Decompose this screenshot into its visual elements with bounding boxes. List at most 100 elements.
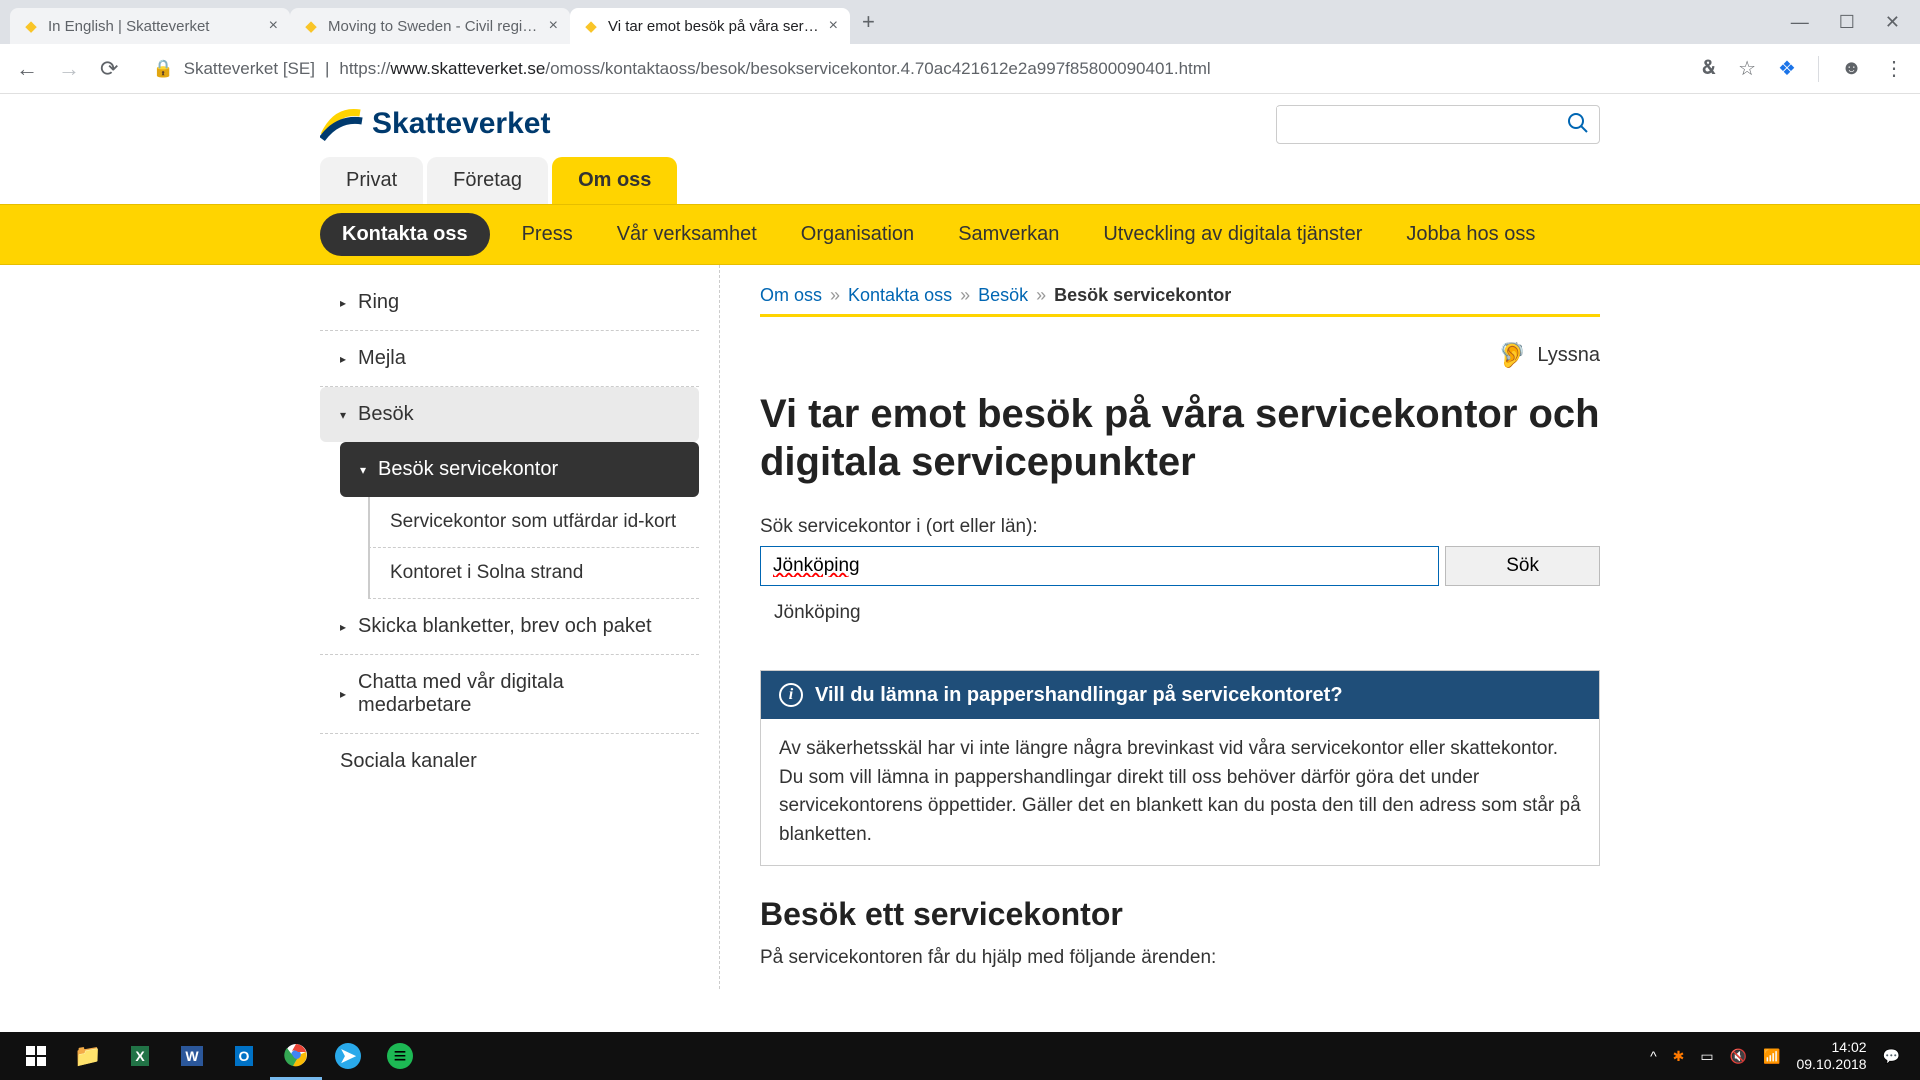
listen-button[interactable]: 🦻 Lyssna xyxy=(760,341,1600,370)
tab-title: In English | Skatteverket xyxy=(48,18,261,35)
search-input[interactable] xyxy=(760,546,1439,586)
nav-verksamhet[interactable]: Vår verksamhet xyxy=(605,215,769,254)
tab-privat[interactable]: Privat xyxy=(320,157,423,204)
chevron-down-icon: ▾ xyxy=(340,408,346,422)
secondary-nav: Kontakta oss Press Vår verksamhet Organi… xyxy=(0,204,1920,265)
nav-jobba[interactable]: Jobba hos oss xyxy=(1394,215,1547,254)
info-icon: i xyxy=(779,683,803,707)
chevron-right-icon: ▸ xyxy=(340,687,346,701)
breadcrumb-link[interactable]: Besök xyxy=(978,285,1028,306)
chevron-right-icon: ▸ xyxy=(340,352,346,366)
site-logo[interactable]: Skatteverket xyxy=(320,105,550,143)
sidebar-item-chatta[interactable]: ▸Chatta med vår digitala medarbetare xyxy=(320,655,699,734)
tray-wifi-icon[interactable]: 📶 xyxy=(1763,1048,1780,1065)
tab-omoss[interactable]: Om oss xyxy=(552,157,677,204)
nav-press[interactable]: Press xyxy=(510,215,585,254)
info-body: Av säkerhetsskäl har vi inte längre någr… xyxy=(761,719,1599,865)
url-path: /omoss/kontaktaoss/besok/besokservicekon… xyxy=(545,59,1210,78)
tab-foretag[interactable]: Företag xyxy=(427,157,548,204)
url-scheme: https:// xyxy=(339,59,390,78)
sidebar-item-besok[interactable]: ▾Besök xyxy=(320,387,699,442)
favicon-icon: ◆ xyxy=(22,17,40,35)
forward-button[interactable]: → xyxy=(58,56,80,82)
main-content: Om oss » Kontakta oss » Besök » Besök se… xyxy=(760,265,1600,989)
url-domain: www.skatteverket.se xyxy=(390,59,545,78)
close-window-icon[interactable]: ✕ xyxy=(1885,12,1900,33)
sidebar-subitem-idkort[interactable]: Servicekontor som utfärdar id-kort xyxy=(368,497,699,548)
close-icon[interactable]: × xyxy=(829,17,838,35)
nav-utveckling[interactable]: Utveckling av digitala tjänster xyxy=(1091,215,1374,254)
tray-chevron-icon[interactable]: ^ xyxy=(1650,1048,1657,1064)
maximize-icon[interactable]: ☐ xyxy=(1839,12,1855,33)
site-owner: Skatteverket [SE] xyxy=(184,59,315,79)
nav-samverkan[interactable]: Samverkan xyxy=(946,215,1071,254)
search-icon xyxy=(1567,112,1589,134)
tray-clock[interactable]: 14:02 09.10.2018 xyxy=(1796,1039,1866,1073)
translate-icon[interactable]: 🙴 xyxy=(1702,57,1716,80)
task-telegram[interactable]: ➤ xyxy=(322,1032,374,1080)
task-outlook[interactable]: O xyxy=(218,1032,270,1080)
sidebar-item-sociala[interactable]: Sociala kanaler xyxy=(320,734,699,789)
tray-volume-icon[interactable]: 🔇 xyxy=(1730,1048,1747,1065)
site-search-input[interactable] xyxy=(1277,107,1557,141)
site-search-button[interactable] xyxy=(1557,106,1599,143)
chevron-right-icon: ▸ xyxy=(340,296,346,310)
back-button[interactable]: ← xyxy=(16,56,38,82)
extension-icon[interactable]: ❖ xyxy=(1778,56,1796,81)
section-heading: Besök ett servicekontor xyxy=(760,896,1600,933)
breadcrumb-link[interactable]: Om oss xyxy=(760,285,822,306)
nav-organisation[interactable]: Organisation xyxy=(789,215,926,254)
sidebar-item-mejla[interactable]: ▸Mejla xyxy=(320,331,699,387)
browser-tab[interactable]: ◆ In English | Skatteverket × xyxy=(10,8,290,44)
tab-title: Vi tar emot besök på våra service xyxy=(608,18,821,35)
search-button[interactable]: Sök xyxy=(1445,546,1600,586)
tray-battery-icon[interactable]: ▭ xyxy=(1700,1048,1713,1065)
ear-icon: 🦻 xyxy=(1497,341,1527,370)
star-icon[interactable]: ☆ xyxy=(1738,56,1756,81)
tray-avast-icon[interactable]: ✱ xyxy=(1673,1048,1685,1065)
close-icon[interactable]: × xyxy=(269,17,278,35)
breadcrumb: Om oss » Kontakta oss » Besök » Besök se… xyxy=(760,285,1600,317)
chevron-down-icon: ▾ xyxy=(360,463,366,477)
minimize-icon[interactable]: — xyxy=(1791,12,1809,33)
menu-icon[interactable]: ⋮ xyxy=(1884,56,1904,81)
breadcrumb-current: Besök servicekontor xyxy=(1054,285,1231,306)
nav-kontakta-oss[interactable]: Kontakta oss xyxy=(320,213,490,256)
info-box: i Vill du lämna in pappershandlingar på … xyxy=(760,670,1600,866)
sidebar-item-skicka[interactable]: ▸Skicka blanketter, brev och paket xyxy=(320,599,699,655)
task-word[interactable]: W xyxy=(166,1032,218,1080)
browser-tab[interactable]: ◆ Moving to Sweden - Civil registra × xyxy=(290,8,570,44)
profile-icon[interactable]: ☻ xyxy=(1841,57,1862,80)
search-label: Sök servicekontor i (ort eller län): xyxy=(760,516,1600,538)
address-bar[interactable]: 🔒 Skatteverket [SE] | https://www.skatte… xyxy=(138,51,1681,87)
task-file-explorer[interactable]: 📁 xyxy=(62,1032,114,1080)
reload-button[interactable]: ⟳ xyxy=(100,56,118,82)
tray-notifications-icon[interactable]: 💬 xyxy=(1883,1048,1900,1065)
info-header: i Vill du lämna in pappershandlingar på … xyxy=(761,671,1599,719)
start-button[interactable] xyxy=(10,1032,62,1080)
site-search-box xyxy=(1276,105,1600,144)
favicon-icon: ◆ xyxy=(582,17,600,35)
logo-icon xyxy=(320,105,364,143)
sidebar-item-ring[interactable]: ▸Ring xyxy=(320,275,699,331)
primary-tabs: Privat Företag Om oss xyxy=(280,154,1640,204)
browser-tab-active[interactable]: ◆ Vi tar emot besök på våra service × xyxy=(570,8,850,44)
site-header: Skatteverket xyxy=(280,94,1640,154)
browser-tab-strip: ◆ In English | Skatteverket × ◆ Moving t… xyxy=(0,0,1920,44)
window-controls: — ☐ ✕ xyxy=(1791,12,1910,33)
task-spotify[interactable]: ≡ xyxy=(374,1032,426,1080)
new-tab-button[interactable]: + xyxy=(862,9,875,35)
chevron-right-icon: ▸ xyxy=(340,620,346,634)
breadcrumb-link[interactable]: Kontakta oss xyxy=(848,285,952,306)
sidebar-subitem-solna[interactable]: Kontoret i Solna strand xyxy=(368,548,699,599)
favicon-icon: ◆ xyxy=(302,17,320,35)
body-text: På servicekontoren får du hjälp med följ… xyxy=(760,947,1600,969)
task-excel[interactable]: X xyxy=(114,1032,166,1080)
system-tray: ^ ✱ ▭ 🔇 📶 14:02 09.10.2018 💬 xyxy=(1650,1039,1910,1073)
task-chrome[interactable] xyxy=(270,1032,322,1080)
toolbar-right: 🙴 ☆ ❖ ☻ ⋮ xyxy=(1702,56,1904,82)
sidebar-item-besok-servicekontor[interactable]: ▾Besök servicekontor xyxy=(340,442,699,497)
search-suggestion[interactable]: Jönköping xyxy=(760,596,1600,630)
close-icon[interactable]: × xyxy=(549,17,558,35)
windows-taskbar: 📁 X W O ➤ ≡ ^ ✱ ▭ 🔇 📶 14:02 09.10.2018 💬 xyxy=(0,1032,1920,1080)
